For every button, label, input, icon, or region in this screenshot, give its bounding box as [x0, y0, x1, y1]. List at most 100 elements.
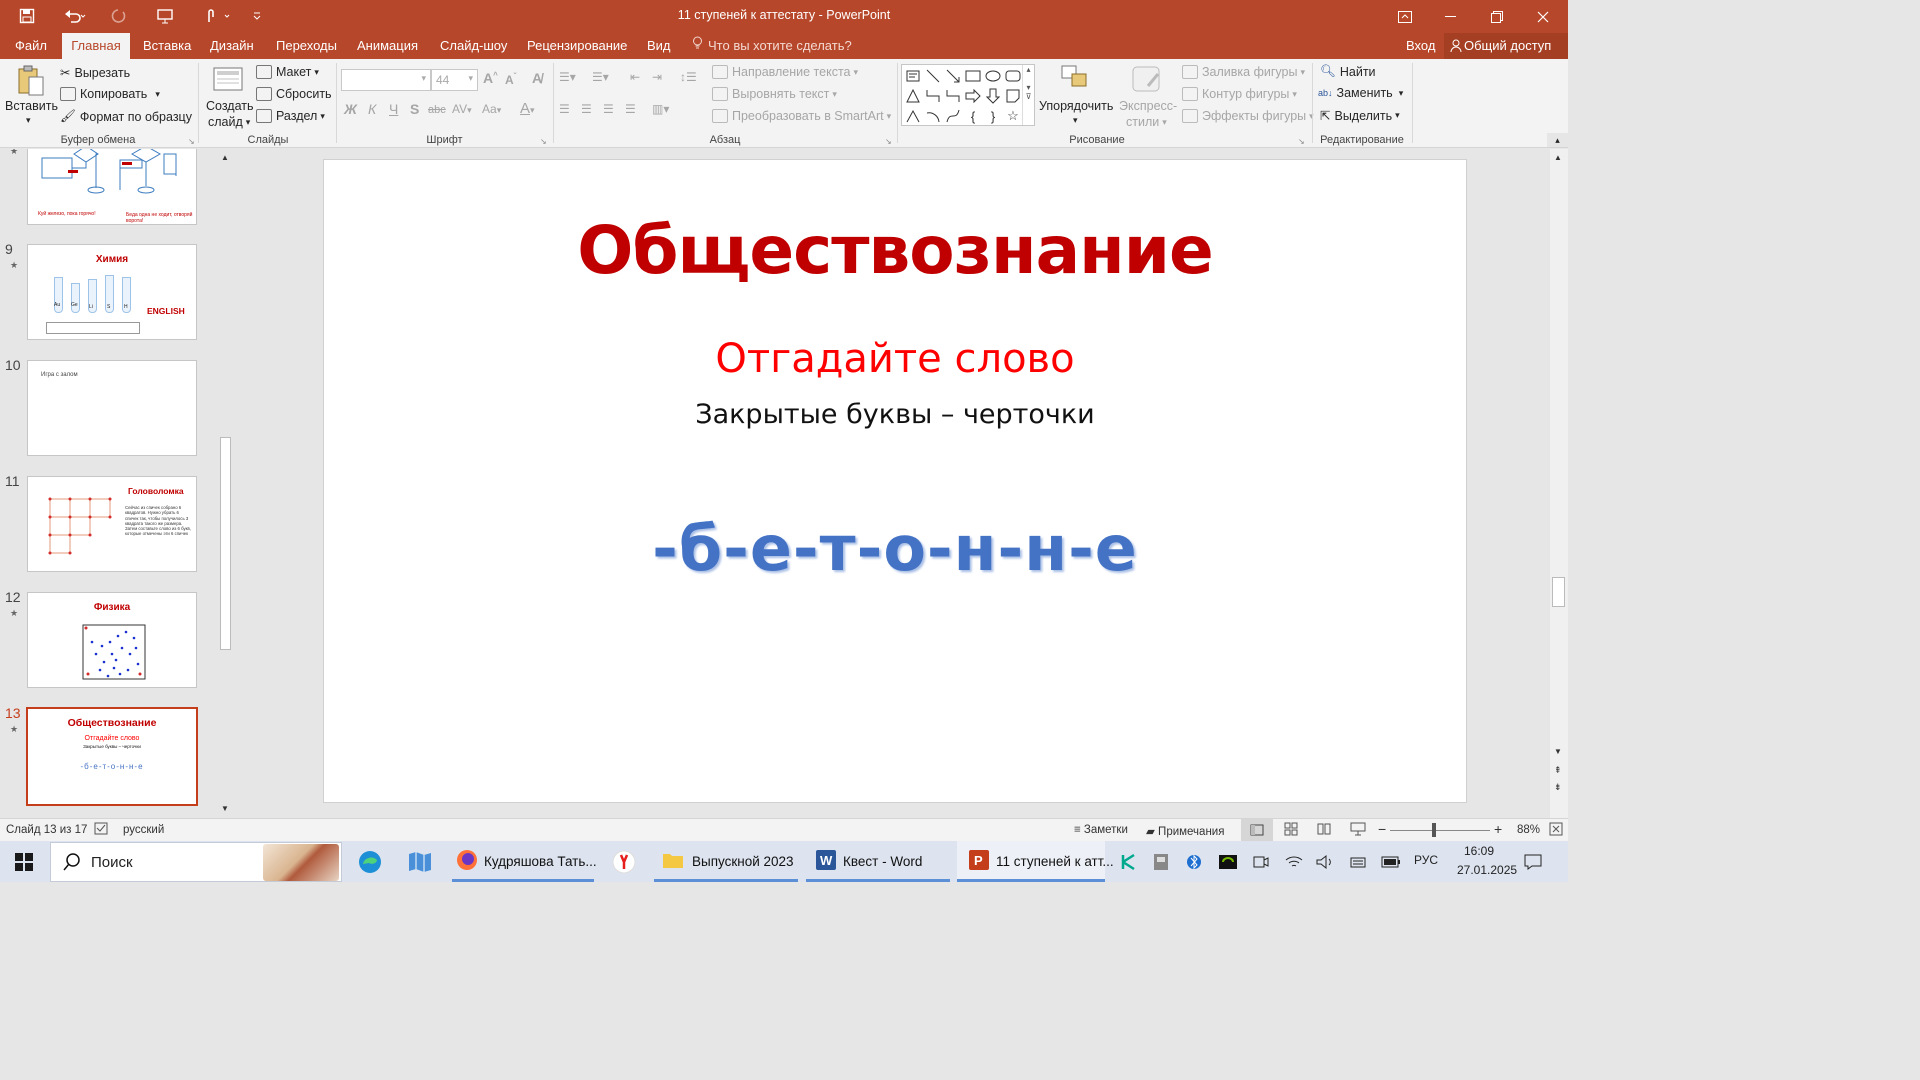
bold-button[interactable]: Ж: [344, 101, 357, 117]
paste-button[interactable]: Вставить: [5, 99, 58, 113]
windows-start-icon[interactable]: [14, 841, 34, 882]
volume-icon[interactable]: [1316, 841, 1334, 882]
oval-shape-icon[interactable]: [984, 67, 1002, 85]
reset-button[interactable]: Сбросить: [256, 87, 332, 101]
tab-slideshow[interactable]: Слайд-шоу: [433, 33, 514, 59]
shapes-gallery[interactable]: { } ☆ ▴ ▾ ⊽: [901, 64, 1035, 126]
zoom-level[interactable]: 88%: [1517, 824, 1540, 836]
clear-formatting-icon[interactable]: A̸: [532, 70, 542, 86]
elbow-arrow-icon[interactable]: [944, 87, 962, 105]
quick-styles-label[interactable]: Экспресс-: [1119, 99, 1177, 113]
notifications-icon[interactable]: [1524, 841, 1542, 882]
scroll-down-icon[interactable]: ▼: [221, 804, 229, 813]
arrow-shape-icon[interactable]: [944, 67, 962, 85]
align-left-icon[interactable]: ☰: [559, 102, 570, 116]
shrink-font-icon[interactable]: Aˇ: [505, 72, 516, 87]
input-language[interactable]: РУС: [1414, 853, 1438, 867]
tell-me-box[interactable]: Что вы хотите сделать?: [692, 33, 852, 59]
editor-scrollbar[interactable]: ▲ ▼ ⇞ ⇟: [1550, 149, 1568, 818]
zoom-slider-thumb[interactable]: [1432, 823, 1436, 837]
layout-button[interactable]: Макет ▾: [256, 65, 319, 79]
textbox-shape-icon[interactable]: [904, 67, 922, 85]
firefox-window[interactable]: Кудряшова Тать...: [456, 841, 597, 882]
strikethrough-button[interactable]: abc: [428, 104, 446, 116]
decrease-indent-icon[interactable]: ⇤: [630, 70, 640, 84]
quick-styles-icon[interactable]: [1130, 64, 1164, 99]
normal-view-button[interactable]: [1241, 819, 1273, 841]
arc-shape-icon[interactable]: [924, 107, 942, 125]
comments-button[interactable]: ▰ Примечания: [1146, 824, 1224, 838]
arrange-dropdown-icon[interactable]: ▾: [1073, 115, 1078, 126]
replace-button[interactable]: ab↓ Заменить ▾: [1318, 86, 1403, 100]
slide-description[interactable]: Закрытые буквы – черточки: [324, 399, 1466, 430]
font-size-box[interactable]: 44 ▾: [431, 69, 478, 91]
tab-home[interactable]: Главная: [62, 33, 130, 59]
slide-thumbnail[interactable]: Игра с залом: [27, 360, 197, 456]
close-button[interactable]: [1520, 0, 1566, 33]
word-window[interactable]: W Квест - Word: [815, 841, 922, 882]
copy-button[interactable]: Копировать ▾: [60, 87, 160, 101]
tab-review[interactable]: Рецензирование: [520, 33, 634, 59]
edge-icon[interactable]: [357, 841, 383, 882]
spell-check-icon[interactable]: [94, 822, 108, 838]
shape-effects-button[interactable]: Эффекты фигуры▾: [1182, 109, 1314, 123]
quick-styles-button[interactable]: стили ▾: [1126, 115, 1167, 129]
notes-button[interactable]: ≡ Заметки: [1074, 824, 1128, 836]
previous-slide-icon[interactable]: ⇞: [1554, 765, 1562, 776]
clipboard-launcher-icon[interactable]: ↘: [188, 137, 195, 146]
sign-in-link[interactable]: Вход: [1406, 33, 1435, 59]
maps-app-icon[interactable]: [407, 841, 433, 882]
freeform-shape-icon[interactable]: [904, 107, 922, 125]
star-shape-icon[interactable]: ☆: [1004, 107, 1022, 125]
nvidia-icon[interactable]: [1218, 841, 1238, 882]
minimize-button[interactable]: [1428, 0, 1474, 33]
paste-icon[interactable]: [16, 65, 46, 100]
reading-view-icon[interactable]: [1317, 822, 1331, 839]
paste-dropdown-icon[interactable]: ▾: [26, 115, 31, 126]
slide-canvas[interactable]: Обществознание Отгадайте слово Закрытые …: [323, 159, 1467, 803]
numbering-icon[interactable]: ☰▾: [592, 70, 609, 84]
rectangle-shape-icon[interactable]: [964, 67, 982, 85]
hidden-word[interactable]: -б-е-т-о-н-н-е: [324, 512, 1466, 585]
clock-time[interactable]: 16:09: [1464, 844, 1494, 858]
slide-thumbnail-selected[interactable]: Обществознание Отгадайте слово Закрытые …: [26, 707, 198, 806]
underline-button[interactable]: Ч: [389, 101, 398, 117]
right-arrow-shape-icon[interactable]: [964, 87, 982, 105]
font-launcher-icon[interactable]: ↘: [540, 137, 547, 146]
slide-thumbnail[interactable]: Физика: [27, 592, 197, 688]
slideshow-view-icon[interactable]: [1350, 822, 1366, 839]
clock-date[interactable]: 27.01.2025: [1457, 863, 1517, 877]
ribbon-display-icon[interactable]: [1382, 0, 1428, 33]
next-slide-icon[interactable]: ⇟: [1554, 782, 1562, 793]
increase-indent-icon[interactable]: ⇥: [652, 70, 662, 84]
align-right-icon[interactable]: ☰: [603, 102, 614, 116]
char-spacing-button[interactable]: AV▾: [452, 102, 472, 116]
meet-now-icon[interactable]: [1253, 841, 1269, 882]
tab-file[interactable]: Файл: [8, 33, 54, 59]
zoom-out-icon[interactable]: −: [1378, 821, 1386, 837]
keyboard-icon[interactable]: [1350, 841, 1366, 882]
wifi-icon[interactable]: [1285, 841, 1303, 882]
slide-subtitle[interactable]: Отгадайте слово: [324, 336, 1466, 382]
format-painter-button[interactable]: 🖌 Формат по образцу: [60, 109, 192, 124]
slide-thumbnail[interactable]: Химия ENGLISH Au Ge Li S H: [27, 244, 197, 340]
text-direction-button[interactable]: Направление текста ▾: [712, 65, 858, 79]
taskbar-search-box[interactable]: Поиск: [50, 842, 342, 882]
align-center-icon[interactable]: ☰: [581, 102, 592, 116]
line-shape-icon[interactable]: [924, 67, 942, 85]
flowchart-shape-icon[interactable]: [1004, 87, 1022, 105]
explorer-window[interactable]: Выпускной 2023: [662, 841, 794, 882]
slide-thumbnail[interactable]: Куй железо, пока горячо! Беда одна не хо…: [27, 149, 197, 225]
tab-insert[interactable]: Вставка: [136, 33, 198, 59]
justify-icon[interactable]: ☰: [625, 102, 636, 116]
smartart-button[interactable]: Преобразовать в SmartArt ▾: [712, 109, 891, 123]
curve-shape-icon[interactable]: [944, 107, 962, 125]
new-slide-icon[interactable]: [213, 65, 245, 96]
fit-to-window-icon[interactable]: [1549, 822, 1563, 839]
cut-button[interactable]: ✂ Вырезать: [60, 65, 130, 81]
scrollbar-thumb[interactable]: [1552, 577, 1565, 607]
new-slide-button[interactable]: слайд ▾: [208, 115, 250, 129]
italic-button[interactable]: К: [368, 101, 376, 117]
tab-view[interactable]: Вид: [640, 33, 678, 59]
kaspersky-icon[interactable]: [1120, 841, 1138, 882]
